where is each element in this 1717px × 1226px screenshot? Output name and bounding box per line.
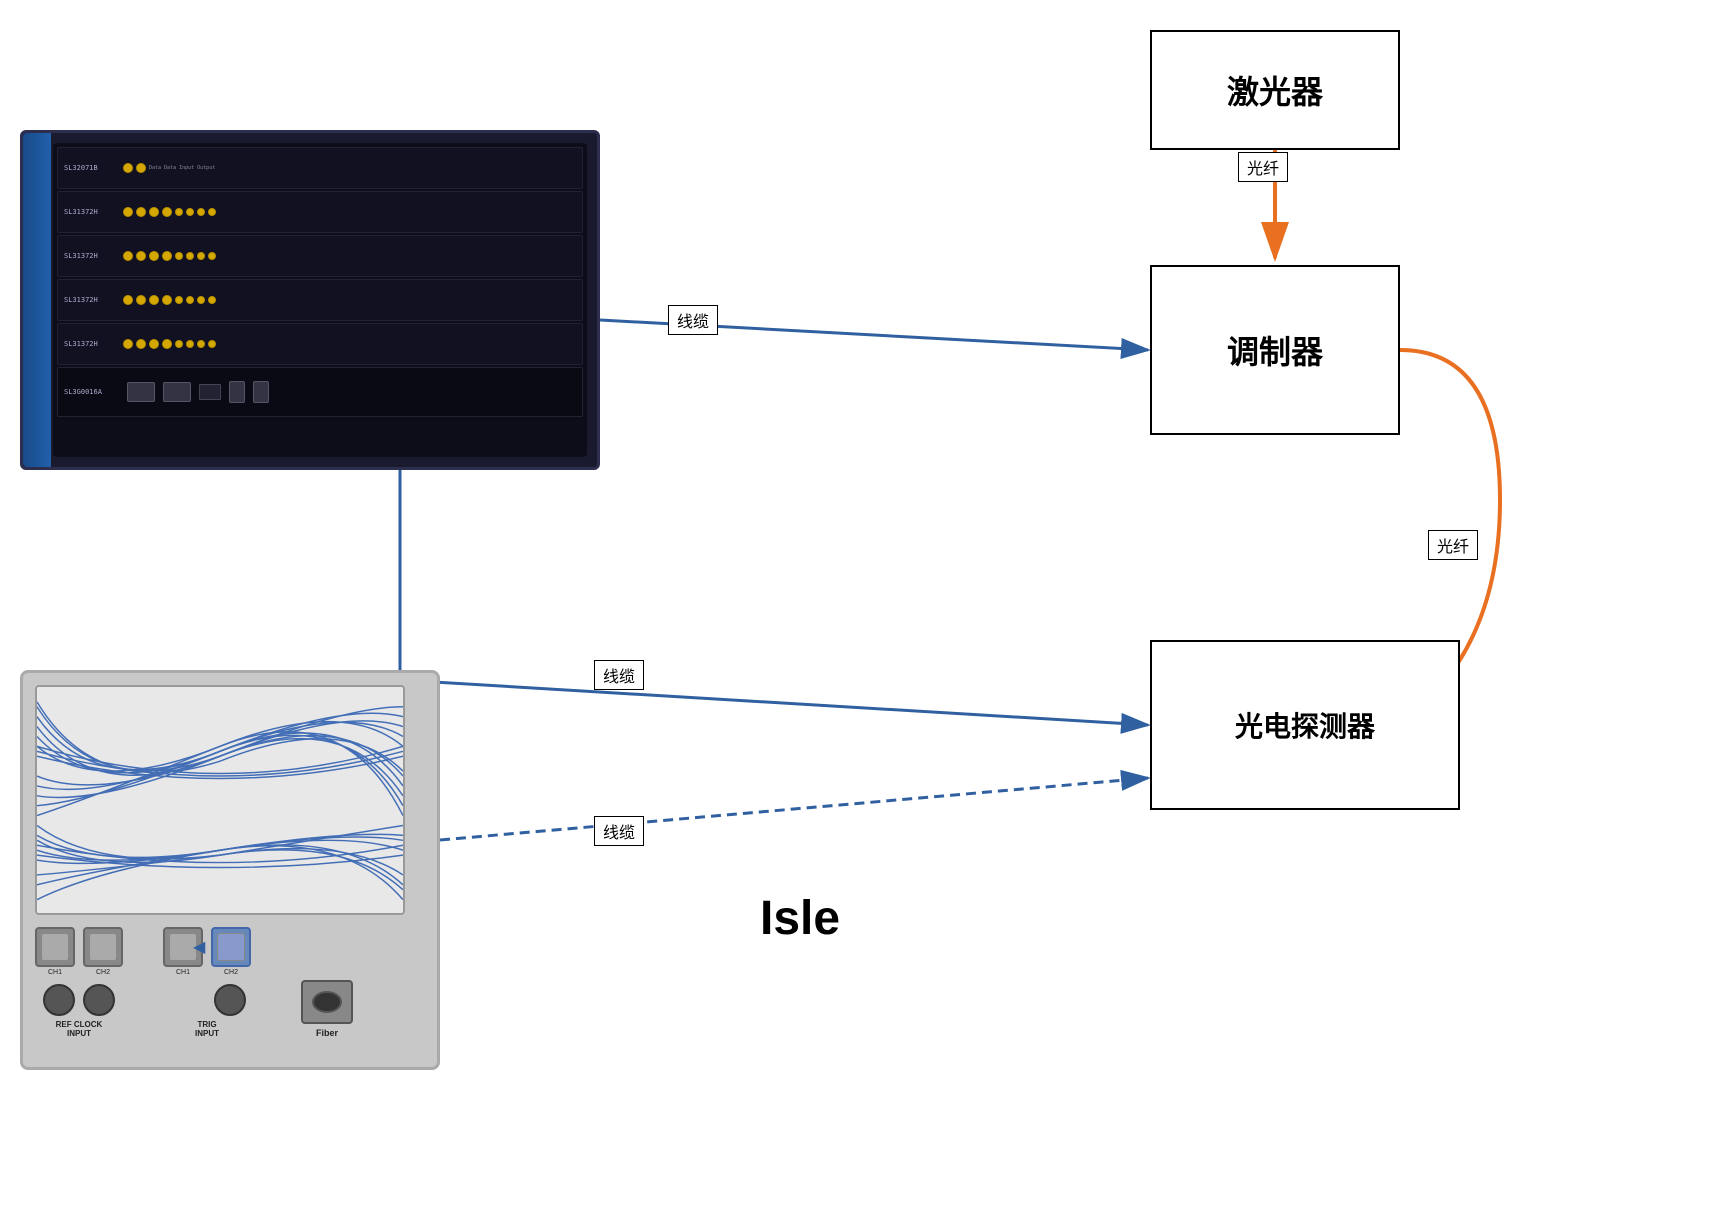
ref-clock-group-label: REF CLOCK INPUT [56, 1020, 103, 1038]
ref-clock-ch2-label: CH2 [96, 969, 110, 976]
osc-screen [35, 685, 405, 915]
ref-clock-knob-1[interactable] [43, 984, 75, 1016]
rack-row-4: SL31372H [57, 279, 583, 321]
fiber-label-1: 光纤 [1238, 152, 1288, 182]
rack-connectors-5 [123, 339, 216, 349]
rack-connectors-3 [123, 251, 216, 261]
rack-row-2: SL31372H [57, 191, 583, 233]
rack-unit: SL32071B Data Data Input Output SL31372H [20, 130, 600, 470]
rack-side-panel [23, 133, 51, 467]
rack-eth-port [127, 382, 155, 402]
rack-inner: SL32071B Data Data Input Output SL31372H [53, 143, 587, 457]
oscilloscope: CH1 CH2 REF CLOCK INPUT [20, 670, 440, 1070]
ref-clock-ch1-label: CH1 [48, 969, 62, 976]
laser-box: 激光器 [1150, 30, 1400, 150]
fiber-label-2: 光纤 [1428, 530, 1478, 560]
cable-label-3: 线缆 [594, 816, 644, 846]
ref-clock-knob-2[interactable] [83, 984, 115, 1016]
cable-label-2: 线缆 [594, 660, 644, 690]
photodetector-label: 光电探测器 [1235, 705, 1375, 745]
rack-connectors-2 [123, 207, 216, 217]
fiber-button[interactable] [301, 980, 353, 1024]
isle-text: Isle [760, 891, 840, 946]
laser-label: 激光器 [1227, 67, 1323, 113]
fiber-label: Fiber [316, 1028, 338, 1038]
rack-row-1: SL32071B Data Data Input Output [57, 147, 583, 189]
rack-row-6: SL3G0016A [57, 367, 583, 417]
rack-connectors-1: Data Data Input Output [123, 163, 215, 173]
rack-connectors-4 [123, 295, 216, 305]
ref-clock-ch1-button[interactable] [35, 927, 75, 967]
rack-vga-port [199, 384, 221, 400]
trig-ch1-label: CH1 [176, 969, 190, 976]
fiber-button-inner [312, 991, 342, 1013]
osc-controls: CH1 CH2 REF CLOCK INPUT [35, 927, 425, 1038]
photodetector-box: 光电探测器 [1150, 640, 1460, 810]
modulator-label: 调制器 [1227, 327, 1323, 373]
rack-row-5: SL31372H [57, 323, 583, 365]
modulator-box: 调制器 [1150, 265, 1400, 435]
rack-usb-1 [229, 381, 245, 403]
ref-clock-ch2-button[interactable] [83, 927, 123, 967]
cable-label-1: 线缆 [668, 305, 718, 335]
trig-ch2-button[interactable] [211, 927, 251, 967]
rack-row-3: SL31372H [57, 235, 583, 277]
trig-group-label: TRIG INPUT [195, 1020, 219, 1038]
trig-ch2-label: CH2 [224, 969, 238, 976]
rack-eth-port-2 [163, 382, 191, 402]
trig-knob[interactable] [214, 984, 246, 1016]
rack-usb-2 [253, 381, 269, 403]
